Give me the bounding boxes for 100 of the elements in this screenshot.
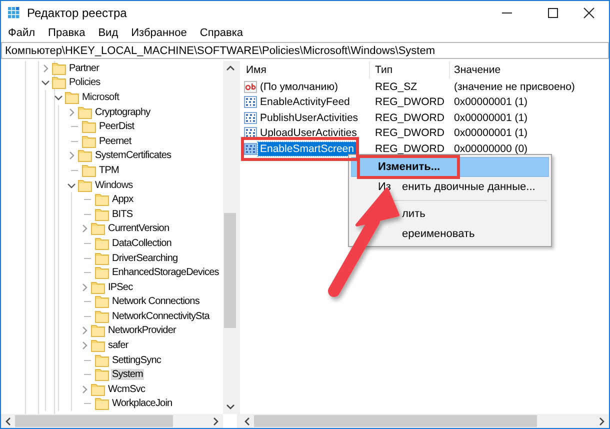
tree-item[interactable]: DriverSearching — [111, 252, 179, 264]
value-name[interactable]: EnableActivityFeed — [258, 95, 352, 110]
folder-icon — [91, 222, 105, 236]
tree-item[interactable]: Partner — [68, 62, 100, 74]
value-name[interactable]: PublishUserActivities — [258, 110, 360, 125]
value-name[interactable]: (По умолчанию) — [258, 80, 340, 94]
tree-item[interactable]: Appx — [111, 194, 134, 206]
table-cell-text: 0x00000000 (0) — [453, 142, 528, 155]
folder-icon — [95, 266, 109, 280]
menu-item[interactable]: Правка — [48, 26, 86, 38]
close-icon[interactable] — [583, 6, 595, 18]
context-menu-item[interactable]: лить — [351, 204, 549, 224]
chevron-right-icon[interactable] — [80, 282, 89, 292]
folder-icon — [95, 354, 109, 367]
folder-icon — [52, 76, 66, 90]
folder-icon — [82, 134, 96, 148]
chevron-right-icon[interactable] — [80, 224, 89, 234]
chevron-right-icon[interactable] — [80, 384, 89, 394]
table-cell-text: 0x00000001 (1) — [453, 127, 528, 140]
scrollbar-thumb[interactable] — [224, 213, 236, 328]
menu-item[interactable]: Справка — [200, 26, 244, 38]
table-cell-text: (значение не присвоено) — [453, 80, 575, 93]
folder-icon — [95, 236, 109, 250]
folder-icon — [95, 397, 109, 410]
tree-item[interactable]: Policies — [68, 77, 102, 88]
scroll-right-icon[interactable] — [211, 416, 220, 426]
table-cell-text: REG_DWORD — [374, 127, 446, 140]
folder-icon — [91, 324, 105, 338]
vertical-scrollbar[interactable] — [223, 61, 237, 414]
tree-item[interactable]: CurrentVersion — [107, 223, 170, 234]
menu-item[interactable]: Избранное — [131, 26, 187, 38]
table-cell-text: 0x00000001 (1) — [453, 112, 528, 124]
scrollbar-thumb[interactable] — [254, 415, 537, 427]
scroll-left-icon[interactable] — [243, 416, 252, 426]
table-cell-text: REG_DWORD — [374, 142, 446, 155]
tree-item[interactable]: DataCollection — [111, 238, 172, 249]
tree-item[interactable]: SettingSync — [111, 354, 162, 366]
folder-icon — [95, 252, 109, 265]
tree-item[interactable]: IPSec — [107, 282, 134, 293]
chevron-right-icon[interactable] — [67, 108, 76, 117]
folder-icon — [91, 280, 105, 294]
tree-item[interactable]: EnhancedStorageDevices — [111, 267, 220, 278]
horizontal-scrollbar[interactable] — [240, 414, 609, 428]
folder-icon — [91, 339, 105, 352]
column-header[interactable]: Значение — [450, 61, 501, 79]
scroll-up-icon[interactable] — [226, 64, 234, 73]
chevron-right-icon[interactable] — [67, 151, 76, 160]
tree-item[interactable]: System — [111, 369, 144, 380]
menu-item[interactable]: Вид — [98, 26, 118, 38]
tree-item[interactable]: Network Connections — [111, 296, 200, 308]
value-name[interactable]: UploadUserActivities — [258, 126, 359, 140]
folder-icon — [82, 164, 96, 177]
tree-item[interactable]: SystemCertificates — [94, 150, 172, 162]
tree-item[interactable]: Microsoft — [81, 92, 120, 103]
chevron-right-icon[interactable] — [41, 64, 50, 73]
scroll-down-icon[interactable] — [226, 402, 234, 411]
folder-icon — [78, 106, 92, 119]
horizontal-scrollbar[interactable] — [1, 414, 223, 428]
scroll-left-icon[interactable] — [4, 416, 13, 426]
table-cell-text: REG_SZ — [374, 80, 418, 93]
folder-icon — [82, 120, 96, 134]
binary-value-icon — [244, 96, 257, 108]
tree-item[interactable]: WcmSvc — [107, 384, 146, 395]
maximize-icon[interactable] — [547, 6, 559, 18]
tree-item[interactable]: safer — [107, 340, 130, 352]
address-field[interactable]: Компьютер\HKEY_LOCAL_MACHINE\SOFTWARE\Policies\Microsoft\Windows\System — [1, 42, 609, 59]
folder-icon — [95, 193, 109, 206]
tree-item[interactable]: Peernet — [98, 136, 132, 147]
table-cell-text: 0x00000001 (1) — [453, 96, 528, 108]
folder-icon — [65, 90, 79, 104]
tree-item[interactable]: NetworkProvider — [107, 325, 177, 336]
folder-icon — [52, 62, 66, 75]
tree-item[interactable]: PeerDist — [98, 121, 136, 132]
column-header[interactable]: Тип — [370, 61, 450, 79]
folder-icon — [95, 368, 109, 382]
tree-item[interactable]: BITS — [111, 208, 134, 220]
folder-icon — [95, 310, 109, 323]
tree-item[interactable]: WorkplaceJoin — [111, 398, 174, 410]
tree-item[interactable]: Windows — [94, 180, 134, 191]
tree-item[interactable]: Cryptography — [94, 106, 152, 118]
scroll-right-icon[interactable] — [597, 416, 606, 426]
table-cell-text: REG_DWORD — [374, 112, 446, 124]
chevron-down-icon[interactable] — [67, 180, 76, 190]
value-name[interactable]: EnableSmartScreen — [258, 142, 356, 156]
scrollbar-thumb[interactable] — [15, 415, 173, 427]
column-header[interactable]: Имя — [240, 61, 370, 79]
binary-value-icon — [244, 127, 257, 140]
binary-value-icon — [244, 112, 257, 124]
menu-item[interactable]: Файл — [8, 26, 36, 38]
folder-icon — [95, 295, 109, 308]
folder-icon — [78, 178, 92, 192]
binary-value-icon — [244, 142, 257, 155]
folder-icon — [91, 382, 105, 396]
window-title: Редактор реестра — [27, 6, 127, 20]
registry-grid-icon — [8, 6, 20, 18]
tree-item[interactable]: NetworkConnectivitySta — [111, 310, 210, 322]
string-value-icon — [244, 80, 257, 93]
context-menu-item[interactable]: Изменить... — [351, 157, 549, 177]
context-menu-item[interactable]: ереименовать — [351, 224, 549, 244]
tree-item[interactable]: TPM — [98, 164, 120, 176]
